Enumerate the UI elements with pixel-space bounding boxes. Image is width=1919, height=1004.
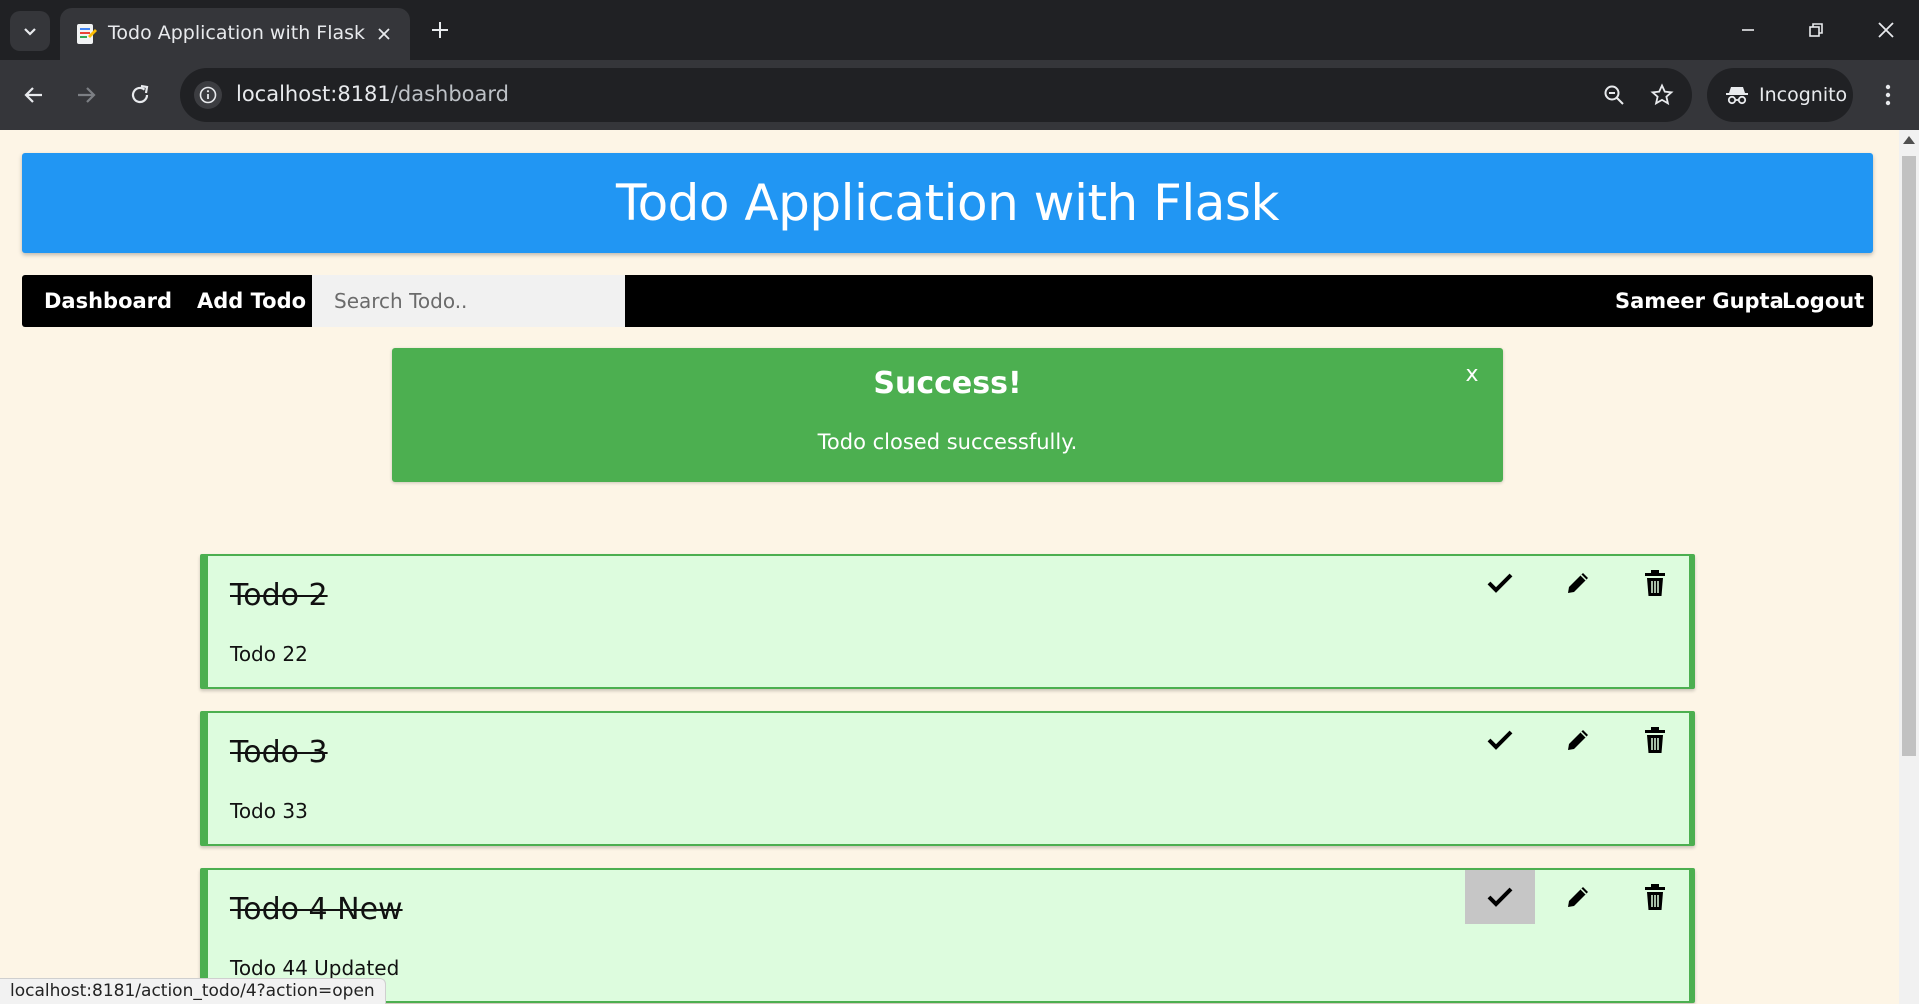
incognito-indicator[interactable]: Incognito xyxy=(1707,68,1853,122)
app-header: Todo Application with Flask xyxy=(22,153,1873,253)
close-window-button[interactable] xyxy=(1858,6,1914,54)
app-title: Todo Application with Flask xyxy=(616,174,1279,232)
search-input[interactable] xyxy=(312,275,625,327)
close-icon xyxy=(378,28,390,40)
todo-description: Todo 22 xyxy=(230,642,308,666)
status-bar-url: localhost:8181/action_todo/4?action=open xyxy=(0,978,386,1004)
todo-toggle-button[interactable] xyxy=(1465,870,1535,924)
url-path: /dashboard xyxy=(390,82,509,106)
incognito-icon xyxy=(1726,87,1748,105)
todo-title: Todo 4 New xyxy=(230,892,403,927)
todo-description: Todo 33 xyxy=(230,799,308,823)
zoom-icon[interactable] xyxy=(1600,81,1628,109)
back-button[interactable] xyxy=(12,73,56,117)
trash-icon xyxy=(1645,570,1665,596)
restore-icon xyxy=(1809,23,1823,37)
browser-tab[interactable]: Todo Application with Flask xyxy=(60,8,410,60)
trash-icon xyxy=(1645,884,1665,910)
page-viewport: Todo Application with Flask Dashboard Ad… xyxy=(0,130,1899,1004)
browser-toolbar: localhost:8181/dashboard Incognito xyxy=(0,60,1919,130)
nav-add-todo-link[interactable]: Add Todo xyxy=(175,275,328,327)
pencil-icon xyxy=(1568,887,1588,907)
forward-button[interactable] xyxy=(64,73,108,117)
check-icon xyxy=(1487,730,1513,750)
todo-card: Todo 3 Todo 33 xyxy=(200,711,1695,846)
bookmark-star-icon[interactable] xyxy=(1648,81,1676,109)
site-info-icon[interactable] xyxy=(194,81,222,109)
reload-button[interactable] xyxy=(118,73,162,117)
browser-menu-button[interactable] xyxy=(1870,73,1906,117)
todo-toggle-button[interactable] xyxy=(1465,556,1535,610)
nav-dashboard-link[interactable]: Dashboard xyxy=(22,275,194,327)
alert-message: Todo closed successfully. xyxy=(817,430,1078,454)
scroll-up-arrow-icon[interactable] xyxy=(1903,136,1915,144)
todo-edit-button[interactable] xyxy=(1543,556,1613,610)
check-icon xyxy=(1487,573,1513,593)
alert-title: Success! xyxy=(873,366,1022,401)
arrow-left-icon xyxy=(24,87,42,103)
restore-button[interactable] xyxy=(1788,6,1844,54)
alert-close-button[interactable]: x xyxy=(1459,362,1485,388)
plus-icon xyxy=(432,22,448,38)
todo-toggle-button[interactable] xyxy=(1465,713,1535,767)
todo-delete-button[interactable] xyxy=(1620,870,1690,924)
close-icon xyxy=(1878,22,1894,38)
tab-close-button[interactable] xyxy=(372,22,396,46)
minimize-icon xyxy=(1742,29,1754,31)
todo-title: Todo 2 xyxy=(230,578,328,613)
incognito-label: Incognito xyxy=(1759,84,1848,106)
url-text[interactable]: localhost:8181/dashboard xyxy=(236,82,509,106)
scroll-thumb[interactable] xyxy=(1902,156,1916,756)
todo-edit-button[interactable] xyxy=(1543,870,1613,924)
tab-list-button[interactable] xyxy=(10,11,50,51)
more-vertical-icon xyxy=(1885,84,1891,106)
todo-description: Todo 44 Updated xyxy=(230,956,400,980)
app-navbar: Dashboard Add Todo Sameer Gupta Logout xyxy=(22,275,1873,327)
reload-icon xyxy=(131,84,149,104)
url-host: localhost:8181 xyxy=(236,82,391,106)
pencil-icon xyxy=(1568,730,1588,750)
chevron-down-icon xyxy=(24,28,36,36)
arrow-right-icon xyxy=(78,87,96,103)
new-tab-button[interactable] xyxy=(422,12,458,48)
todo-delete-button[interactable] xyxy=(1620,713,1690,767)
minimize-button[interactable] xyxy=(1720,6,1776,54)
todo-card: Todo 2 Todo 22 xyxy=(200,554,1695,689)
trash-icon xyxy=(1645,727,1665,753)
todo-title: Todo 3 xyxy=(230,735,328,770)
tab-title: Todo Application with Flask xyxy=(108,22,366,44)
address-bar[interactable]: localhost:8181/dashboard xyxy=(180,68,1692,122)
todo-delete-button[interactable] xyxy=(1620,556,1690,610)
browser-tabbar: Todo Application with Flask xyxy=(0,0,1919,60)
nav-logout-link[interactable]: Logout xyxy=(1760,275,1886,327)
check-icon xyxy=(1487,887,1513,907)
todo-edit-button[interactable] xyxy=(1543,713,1613,767)
page-scrollbar[interactable] xyxy=(1899,130,1919,1004)
pencil-icon xyxy=(1568,573,1588,593)
favicon-icon xyxy=(77,24,97,44)
todo-card: Todo 4 New Todo 44 Updated xyxy=(200,868,1695,1003)
success-alert: Success! Todo closed successfully. x xyxy=(392,348,1503,482)
